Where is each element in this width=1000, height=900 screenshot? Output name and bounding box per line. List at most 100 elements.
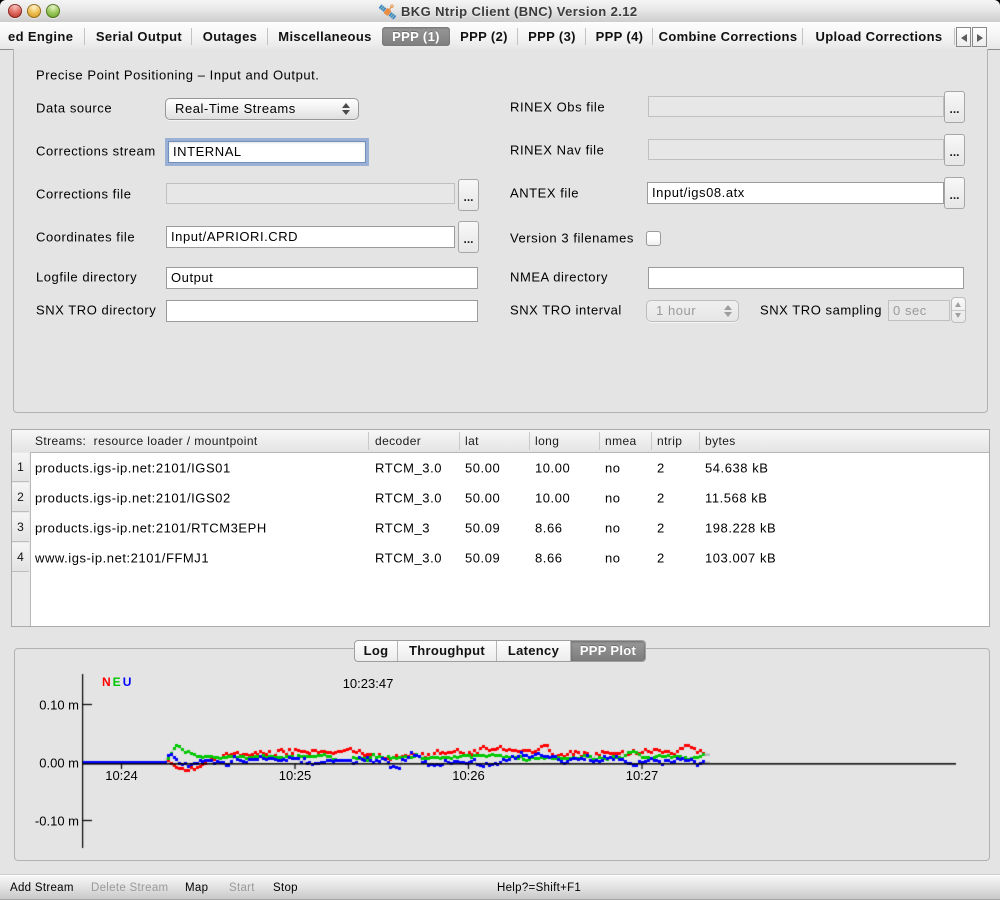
main-tab-serial-output[interactable]: Serial Output <box>86 27 192 46</box>
main-tab-ppp-1[interactable]: PPP (1) <box>382 27 450 46</box>
x-tick-label: 10:25 <box>279 768 312 783</box>
rinex-nav-file-browse-button[interactable]: ... <box>944 134 965 166</box>
column-separator <box>368 432 369 450</box>
coordinates-file-input[interactable]: Input/APRIORI.CRD <box>166 226 455 248</box>
column-header-nmea[interactable]: nmea <box>605 434 637 448</box>
cell-mountpoint: www.igs-ip.net:2101/FFMJ1 <box>35 551 209 566</box>
rinex-nav-file-input[interactable] <box>648 139 944 160</box>
snx-tro-sampling-spinner[interactable] <box>951 297 966 323</box>
bottom-tab-log[interactable]: Log <box>355 641 398 661</box>
main-tab-ppp-2[interactable]: PPP (2) <box>450 27 518 46</box>
column-header-lat[interactable]: lat <box>465 434 479 448</box>
bottom-tab-latency[interactable]: Latency <box>497 641 571 661</box>
streams-table-header: Streams: resource loader / mountpoint dec… <box>12 430 989 453</box>
column-separator <box>651 432 652 450</box>
version3-filenames-checkbox[interactable] <box>646 231 661 246</box>
logfile-directory-input[interactable]: Output <box>166 267 478 289</box>
nmea-directory-input[interactable] <box>648 267 964 289</box>
cell-ntrip: 2 <box>657 461 665 476</box>
bottom-tab-ppp-plot[interactable]: PPP Plot <box>571 641 645 661</box>
antex-file-browse-button[interactable]: ... <box>944 177 965 209</box>
close-window-button[interactable] <box>8 4 22 18</box>
corrections-file-browse-button[interactable]: ... <box>458 179 479 211</box>
cell-decoder: RTCM_3.0 <box>375 461 442 476</box>
tab-scroll-right-button[interactable] <box>972 27 987 47</box>
zoom-window-button[interactable] <box>46 4 60 18</box>
snx-tro-directory-input[interactable] <box>166 300 478 322</box>
column-header-long[interactable]: long <box>535 434 559 448</box>
plot-legend: NEU <box>102 674 133 688</box>
spin-down-icon <box>955 313 961 318</box>
rinex-obs-file-input[interactable] <box>648 96 944 117</box>
stream-row[interactable]: www.igs-ip.net:2101/FFMJ1RTCM_3.050.098.… <box>31 543 989 573</box>
cell-mountpoint: products.igs-ip.net:2101/IGS02 <box>35 491 231 506</box>
legend-item-e: E <box>113 675 121 689</box>
y-tick-label: 0.10 m <box>39 697 79 712</box>
row-number[interactable]: 4 <box>12 543 29 572</box>
cell-lat: 50.00 <box>465 491 500 506</box>
snx-tro-sampling-input[interactable]: 0 sec <box>888 300 950 321</box>
antex-file-input[interactable]: Input/igs08.atx <box>647 182 944 204</box>
tab-label: Latency <box>508 643 559 658</box>
status-bar: Add StreamDelete StreamMapStartStopHelp?… <box>0 875 1000 900</box>
status-action-label: Add Stream <box>10 882 74 894</box>
tab-label: Miscellaneous <box>278 29 371 44</box>
cell-long: 8.66 <box>535 521 563 536</box>
bottom-tab-throughput[interactable]: Throughput <box>398 641 497 661</box>
snx-tro-directory-label: SNX TRO directory <box>36 303 156 318</box>
cell-decoder: RTCM_3 <box>375 521 430 536</box>
column-header-mountpoint[interactable]: Streams: resource loader / mountpoint <box>35 434 258 448</box>
left-arrow-icon <box>961 34 967 42</box>
main-tab-outages[interactable]: Outages <box>192 27 268 46</box>
snx-tro-interval-label: SNX TRO interval <box>510 303 622 318</box>
status-action-label: Start <box>229 882 255 894</box>
rinex-nav-file-label: RINEX Nav file <box>510 143 604 158</box>
main-tab-miscellaneous[interactable]: Miscellaneous <box>268 27 382 46</box>
tab-label: Upload Corrections <box>816 29 943 44</box>
main-tab-ppp-4[interactable]: PPP (4) <box>586 27 653 46</box>
x-tick-label: 10:26 <box>452 768 485 783</box>
stream-row[interactable]: products.igs-ip.net:2101/IGS02 RTCM_3.0 50… <box>31 483 989 513</box>
snx-tro-sampling-label: SNX TRO sampling <box>760 303 882 318</box>
corrections-stream-input[interactable]: INTERNAL <box>168 141 366 163</box>
version3-filenames-label: Version 3 filenames <box>510 231 634 246</box>
tab-label: PPP Plot <box>580 643 636 658</box>
main-tab-upload-corrections[interactable]: Upload Corrections <box>803 27 955 46</box>
column-header-ntrip[interactable]: ntrip <box>657 434 682 448</box>
column-header-decoder[interactable]: decoder <box>375 434 421 448</box>
tab-label: PPP (3) <box>528 29 576 44</box>
cell-lat: 50.09 <box>465 521 500 536</box>
corrections-file-input[interactable] <box>166 183 455 204</box>
main-tab-ed-engine[interactable]: ed Engine <box>0 27 85 46</box>
status-action-map[interactable]: Map <box>185 882 208 894</box>
snx-tro-interval-select[interactable]: 1 hour <box>646 300 739 322</box>
main-tab-combine-corrections[interactable]: Combine Corrections <box>653 27 803 46</box>
status-action-add-stream[interactable]: Add Stream <box>10 882 74 894</box>
cell-mountpoint: products.igs-ip.net:2101/IGS01 <box>35 461 231 476</box>
antex-file-label: ANTEX file <box>510 186 579 201</box>
cell-decoder: RTCM_3.0 <box>375 491 442 506</box>
title-bar[interactable]: BKG Ntrip Client (BNC) Version 2.12 <box>0 0 1000 23</box>
data-source-select[interactable]: Real-Time Streams <box>165 98 359 120</box>
status-action-stop[interactable]: Stop <box>273 882 298 894</box>
minimize-window-button[interactable] <box>27 4 41 18</box>
tab-scroll-left-button[interactable] <box>956 27 971 47</box>
cell-long: 8.66 <box>535 551 563 566</box>
row-number[interactable]: 1 <box>12 453 29 482</box>
rinex-obs-file-label: RINEX Obs file <box>510 100 605 115</box>
stream-row[interactable]: products.igs-ip.net:2101/IGS01RTCM_3.050… <box>31 453 989 483</box>
stream-row[interactable]: products.igs-ip.net:2101/RTCM3EPHRTCM_35… <box>31 513 989 543</box>
tab-label: PPP (2) <box>460 29 508 44</box>
column-separator <box>529 432 530 450</box>
tab-separator <box>84 28 85 45</box>
streams-table[interactable]: Streams: resource loader / mountpoint dec… <box>11 429 990 627</box>
column-header-bytes[interactable]: bytes <box>705 434 736 448</box>
column-separator <box>699 432 700 450</box>
main-tab-ppp-3[interactable]: PPP (3) <box>518 27 586 46</box>
column-separator <box>459 432 460 450</box>
row-number[interactable]: 2 <box>12 483 29 512</box>
coordinates-file-browse-button[interactable]: ... <box>458 221 479 253</box>
rinex-obs-file-browse-button[interactable]: ... <box>944 91 965 123</box>
row-number[interactable]: 3 <box>12 513 29 542</box>
updown-arrows-icon <box>342 99 350 119</box>
